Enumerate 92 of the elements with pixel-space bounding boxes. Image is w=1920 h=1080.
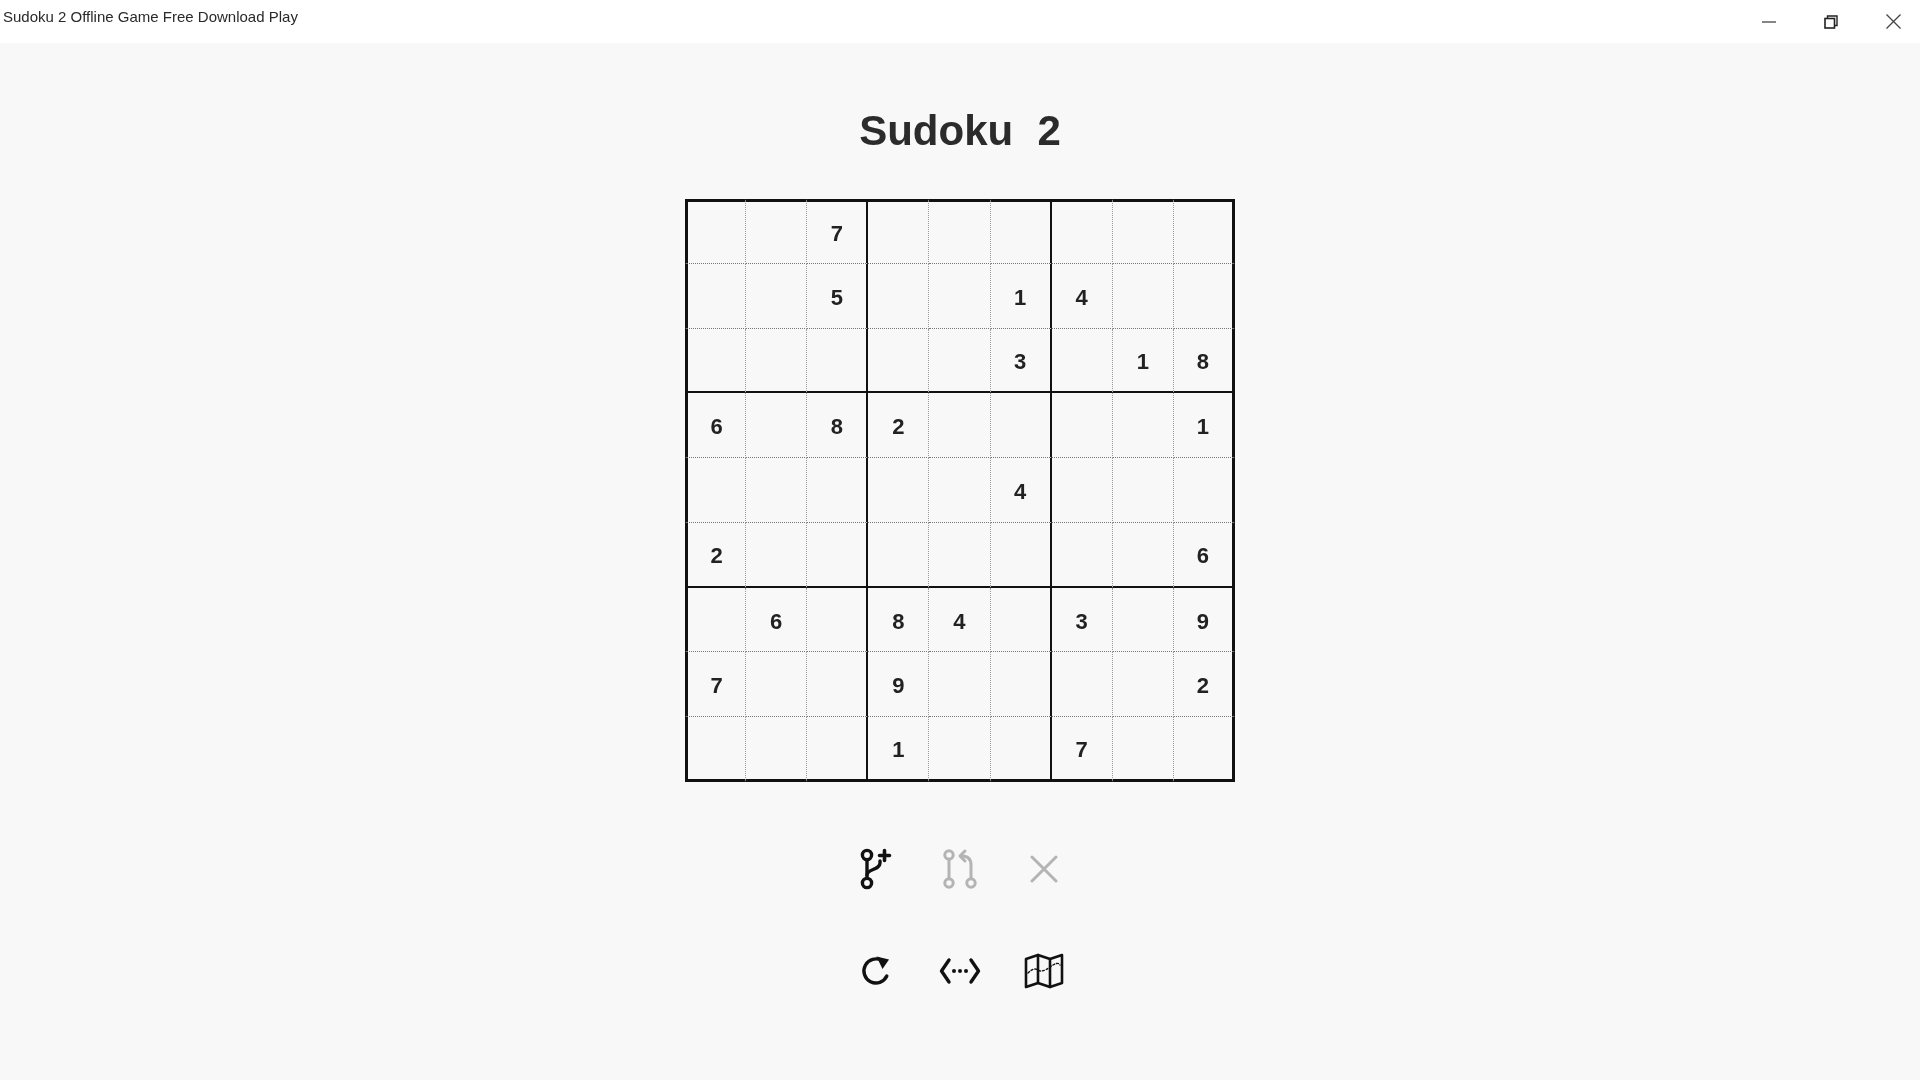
branch-plus-icon — [860, 848, 892, 890]
empty-cell[interactable] — [1051, 393, 1113, 459]
empty-cell[interactable] — [990, 393, 1052, 459]
digit-cell[interactable]: 2 — [1173, 652, 1235, 718]
empty-cell[interactable] — [868, 328, 930, 394]
digit-cell[interactable]: 8 — [807, 393, 869, 459]
empty-cell[interactable] — [929, 717, 991, 782]
digit-cell[interactable]: 9 — [868, 652, 930, 718]
empty-cell[interactable] — [1051, 328, 1113, 394]
empty-cell[interactable] — [807, 328, 869, 394]
empty-cell[interactable] — [1112, 522, 1174, 588]
empty-cell[interactable] — [868, 458, 930, 523]
empty-cell[interactable] — [1173, 717, 1235, 782]
digit-cell[interactable]: 4 — [1051, 263, 1113, 329]
empty-cell[interactable] — [807, 652, 869, 718]
code-arrows-icon — [939, 956, 981, 986]
empty-cell[interactable] — [746, 393, 808, 459]
digit-cell[interactable]: 6 — [1173, 522, 1235, 588]
empty-cell[interactable] — [746, 263, 808, 329]
empty-cell[interactable] — [1112, 717, 1174, 782]
digit-cell[interactable]: 4 — [990, 458, 1052, 523]
digit-cell[interactable]: 1 — [990, 263, 1052, 329]
empty-cell[interactable] — [746, 717, 808, 782]
digit-cell[interactable]: 3 — [1051, 587, 1113, 653]
empty-cell[interactable] — [1051, 652, 1113, 718]
empty-cell[interactable] — [1112, 393, 1174, 459]
empty-cell[interactable] — [929, 263, 991, 329]
empty-cell[interactable] — [929, 199, 991, 264]
empty-cell[interactable] — [929, 522, 991, 588]
window-title: Sudoku 2 Offline Game Free Download Play — [2, 7, 298, 27]
empty-cell[interactable] — [807, 522, 869, 588]
empty-cell[interactable] — [685, 717, 747, 782]
digit-cell[interactable]: 8 — [1173, 328, 1235, 394]
digit-cell[interactable]: 7 — [1051, 717, 1113, 782]
empty-cell[interactable] — [990, 717, 1052, 782]
empty-cell[interactable] — [746, 199, 808, 264]
empty-cell[interactable] — [990, 587, 1052, 653]
digit-cell[interactable]: 6 — [685, 393, 747, 459]
empty-cell[interactable] — [746, 458, 808, 523]
map-icon — [1024, 953, 1064, 989]
refresh-icon — [860, 955, 892, 987]
empty-cell[interactable] — [807, 458, 869, 523]
empty-cell[interactable] — [1173, 263, 1235, 329]
empty-cell[interactable] — [868, 263, 930, 329]
empty-cell[interactable] — [1112, 652, 1174, 718]
digit-cell[interactable]: 1 — [868, 717, 930, 782]
empty-cell[interactable] — [868, 522, 930, 588]
minimize-icon — [1762, 20, 1776, 23]
empty-cell[interactable] — [1051, 522, 1113, 588]
digit-cell[interactable]: 7 — [807, 199, 869, 264]
close-icon — [1885, 14, 1901, 29]
empty-cell[interactable] — [685, 328, 747, 394]
empty-cell[interactable] — [807, 587, 869, 653]
empty-cell[interactable] — [1112, 199, 1174, 264]
empty-cell[interactable] — [1112, 458, 1174, 523]
digit-cell[interactable]: 2 — [868, 393, 930, 459]
digit-cell[interactable]: 8 — [868, 587, 930, 653]
empty-cell[interactable] — [929, 328, 991, 394]
digit-cell[interactable]: 4 — [929, 587, 991, 653]
empty-cell[interactable] — [1173, 199, 1235, 264]
empty-cell[interactable] — [685, 199, 747, 264]
empty-cell[interactable] — [685, 263, 747, 329]
empty-cell[interactable] — [929, 393, 991, 459]
empty-cell[interactable] — [868, 199, 930, 264]
empty-cell[interactable] — [929, 458, 991, 523]
empty-cell[interactable] — [685, 587, 747, 653]
empty-cell[interactable] — [929, 652, 991, 718]
empty-cell[interactable] — [1173, 458, 1235, 523]
digit-cell[interactable]: 7 — [685, 652, 747, 718]
empty-cell[interactable] — [1112, 263, 1174, 329]
empty-cell[interactable] — [746, 328, 808, 394]
empty-cell[interactable] — [1051, 199, 1113, 264]
empty-cell[interactable] — [990, 522, 1052, 588]
empty-cell[interactable] — [1051, 458, 1113, 523]
digit-cell[interactable]: 3 — [990, 328, 1052, 394]
empty-cell[interactable] — [807, 717, 869, 782]
empty-cell[interactable] — [990, 652, 1052, 718]
empty-cell[interactable] — [990, 199, 1052, 264]
empty-cell[interactable] — [1112, 587, 1174, 653]
empty-cell[interactable] — [746, 652, 808, 718]
restore-icon — [1824, 14, 1838, 29]
cross-icon — [1030, 855, 1058, 883]
digit-cell[interactable]: 6 — [746, 587, 808, 653]
digit-cell[interactable]: 1 — [1173, 393, 1235, 459]
digit-cell[interactable]: 5 — [807, 263, 869, 329]
digit-cell[interactable]: 9 — [1173, 587, 1235, 653]
branch-arrow-icon — [943, 848, 977, 890]
digit-cell[interactable]: 1 — [1112, 328, 1174, 394]
empty-cell[interactable] — [685, 458, 747, 523]
game-title: Sudoku 2 — [859, 106, 1061, 156]
empty-cell[interactable] — [746, 522, 808, 588]
digit-cell[interactable]: 2 — [685, 522, 747, 588]
